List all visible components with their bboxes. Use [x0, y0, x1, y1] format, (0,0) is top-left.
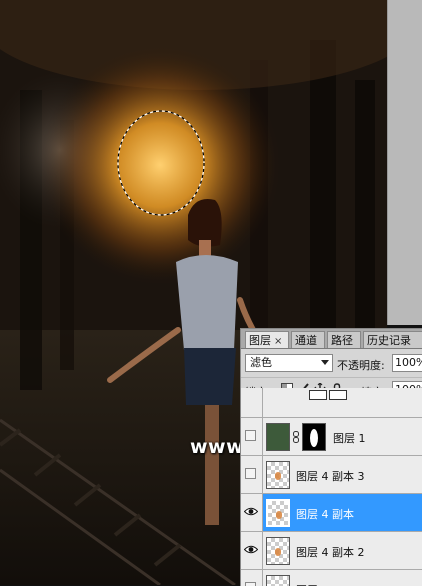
layer-name: 图层 4 副本 [296, 508, 354, 521]
layer-row-5[interactable]: 图层 [241, 570, 422, 586]
visibility-cell[interactable] [241, 570, 263, 586]
opacity-label: 不透明度: [337, 359, 385, 372]
layer-thumbnail [266, 537, 290, 565]
visibility-cell[interactable] [241, 388, 263, 417]
layer-thumbnail [266, 499, 290, 527]
layer-name: 图层 [296, 582, 318, 586]
layer-name: 图层 4 副本 2 [296, 546, 365, 559]
visibility-toggle[interactable] [245, 582, 256, 586]
visibility-cell[interactable] [241, 418, 263, 455]
panel-tab-bar: 图层 × 通道 路径 历史记录 [241, 329, 422, 349]
layer-thumbnail [266, 575, 290, 586]
layers-list: 图层 1 图层 4 副本 3 图层 4 副本 图层 4 副本 2 [241, 388, 422, 586]
chain-link-icon[interactable] [292, 431, 300, 443]
layer-name: 图层 4 副本 3 [296, 470, 365, 483]
tab-history-label: 历史记录 [367, 334, 411, 347]
layer-name: 图层 1 [333, 432, 366, 445]
tab-layers[interactable]: 图层 × [245, 331, 289, 348]
close-icon[interactable]: × [274, 336, 282, 347]
layer-mask-thumbnail [329, 390, 347, 400]
canvas-background-area [387, 0, 422, 325]
layer-row-1[interactable]: 图层 1 [241, 418, 422, 456]
layer-row-3[interactable]: 图层 4 副本 [241, 494, 422, 532]
chevron-down-icon [321, 360, 329, 365]
layer-mask-thumbnail [302, 423, 326, 451]
layer-row-2[interactable]: 图层 4 副本 3 [241, 456, 422, 494]
opacity-field[interactable]: 100% [392, 354, 422, 372]
tab-paths-label: 路径 [331, 334, 353, 347]
tab-history[interactable]: 历史记录 [363, 331, 422, 348]
layer-thumbnail [309, 390, 327, 400]
visibility-cell[interactable] [241, 456, 263, 493]
tab-layers-label: 图层 [249, 334, 271, 347]
tab-channels-label: 通道 [295, 334, 317, 347]
eye-icon[interactable] [244, 507, 258, 516]
blend-mode-value: 滤色 [250, 356, 272, 369]
layers-panel: 图层× 通道 路径 历史记录 滤色 不透明度: 100% 锁定: [240, 328, 422, 586]
tab-channels[interactable]: 通道 [291, 331, 325, 348]
layer-thumbnail [266, 423, 290, 451]
eye-icon[interactable] [244, 545, 258, 554]
visibility-toggle[interactable] [245, 430, 256, 441]
blend-opacity-row: 滤色 不透明度: 100% [241, 349, 422, 375]
visibility-cell[interactable] [241, 532, 263, 569]
visibility-cell[interactable] [241, 494, 263, 531]
layer-thumbnail [266, 461, 290, 489]
visibility-toggle[interactable] [245, 468, 256, 479]
layer-row-4[interactable]: 图层 4 副本 2 [241, 532, 422, 570]
tab-paths[interactable]: 路径 [327, 331, 361, 348]
blend-mode-select[interactable]: 滤色 [245, 354, 333, 372]
layer-row-partial[interactable] [241, 388, 422, 418]
